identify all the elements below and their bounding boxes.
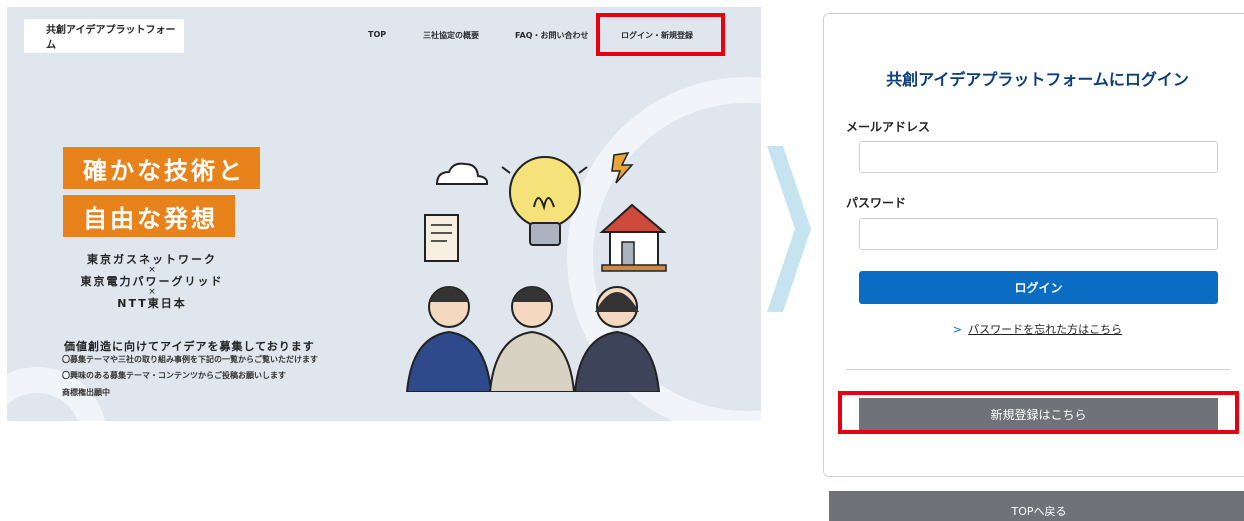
site-logo[interactable]: 共創アイデアプラットフォーム: [24, 19, 184, 53]
person-left-avatar: [405, 286, 493, 392]
description-line: 商標権出願中: [62, 388, 110, 397]
lightning-icon: [611, 152, 634, 184]
password-label: パスワード: [846, 196, 907, 210]
hero-tag-1: 確かな技術と: [63, 147, 260, 189]
partner-separator: ×: [148, 265, 156, 275]
person-center-avatar: [488, 286, 576, 392]
house-icon: [599, 203, 667, 272]
nav-faq[interactable]: FAQ・お問い合わせ: [515, 30, 589, 41]
description-line: 〇興味のある募集テーマ・コンテンツからご投稿お願いします: [62, 371, 286, 380]
partner-ntt: NTT東日本: [117, 297, 187, 310]
forgot-password-link[interactable]: パスワードを忘れた方はこちら: [968, 323, 1122, 336]
nav-overview[interactable]: 三社協定の概要: [423, 30, 479, 41]
forgot-password: > パスワードを忘れた方はこちら: [824, 321, 1244, 337]
description-title: 価値創造に向けてアイデアを募集しております: [64, 340, 315, 353]
hero-illustration: [405, 152, 667, 392]
login-title: 共創アイデアプラットフォームにログイン: [886, 70, 1189, 89]
register-highlight: [838, 391, 1239, 434]
description-line: 〇募集テーマや三社の取り組み事例を下記の一覧からご覧いただけます: [62, 355, 318, 364]
site-screenshot: 共創アイデアプラットフォーム TOP 三社協定の概要 FAQ・お問い合わせ ログ…: [7, 7, 761, 421]
back-to-top-button[interactable]: TOPへ戻る: [829, 491, 1244, 521]
document-icon: [424, 214, 459, 262]
divider: [846, 369, 1230, 370]
cloud-icon: [435, 162, 489, 185]
nav-top[interactable]: TOP: [368, 30, 386, 39]
lightbulb-icon: [501, 156, 588, 246]
email-field[interactable]: [859, 141, 1218, 173]
login-button[interactable]: ログイン: [859, 271, 1218, 304]
partner-separator: ×: [148, 287, 156, 297]
password-field[interactable]: [859, 218, 1218, 250]
partner-list: 東京ガスネットワーク × 東京電力パワーグリッド × NTT東日本: [57, 253, 247, 310]
nav-login-highlight: [596, 13, 725, 56]
person-right-avatar: [573, 286, 661, 392]
hero-tag-2: 自由な発想: [63, 195, 235, 237]
email-label: メールアドレス: [846, 120, 931, 134]
chevron-right-icon: >: [952, 323, 963, 336]
chevron-right-icon: [767, 146, 811, 312]
